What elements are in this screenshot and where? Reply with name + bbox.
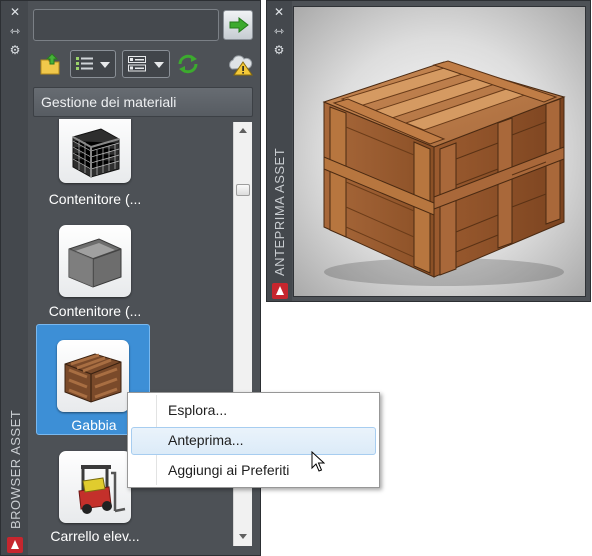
palette-title-strip: ✕ ⇿ ⚙ ANTEPRIMA ASSET xyxy=(267,1,292,301)
palette-title: ANTEPRIMA ASSET xyxy=(272,147,287,276)
cloud-warning-icon[interactable] xyxy=(227,52,253,76)
wooden-crate-icon xyxy=(57,340,129,412)
auto-hide-icon[interactable]: ⇿ xyxy=(8,25,22,37)
open-box-icon xyxy=(59,225,131,297)
properties-icon[interactable]: ⚙ xyxy=(272,44,286,56)
arrow-right-icon xyxy=(229,17,249,33)
asset-tile[interactable]: Contenitore (... xyxy=(35,119,149,221)
close-icon[interactable]: ✕ xyxy=(272,6,286,18)
folder-up-icon[interactable] xyxy=(39,52,63,76)
menu-item-explore[interactable]: Esplora... xyxy=(131,397,376,425)
autocad-logo-icon[interactable] xyxy=(272,283,288,299)
autocad-logo-icon[interactable] xyxy=(7,537,23,553)
search-go-button[interactable] xyxy=(223,10,253,40)
context-menu: Esplora... Anteprima... Aggiungi ai Pref… xyxy=(127,392,380,488)
asset-label: Contenitore (... xyxy=(48,191,142,207)
refresh-icon[interactable] xyxy=(176,52,200,76)
list-view-icon xyxy=(76,57,93,70)
category-header[interactable]: Gestione dei materiali xyxy=(33,87,253,117)
auto-hide-icon[interactable]: ⇿ xyxy=(272,25,286,37)
properties-icon[interactable]: ⚙ xyxy=(8,44,22,56)
view-list-dropdown[interactable] xyxy=(70,50,116,78)
palette-title: BROWSER ASSET xyxy=(8,409,23,529)
forklift-icon xyxy=(59,451,131,523)
close-icon[interactable]: ✕ xyxy=(8,6,22,18)
scroll-down-icon[interactable] xyxy=(239,534,247,539)
wooden-crate-render xyxy=(322,60,566,286)
detail-view-icon xyxy=(128,56,146,72)
palette-title-strip: ✕ ⇿ ⚙ BROWSER ASSET xyxy=(1,1,28,555)
asset-preview-palette: ✕ ⇿ ⚙ ANTEPRIMA ASSET xyxy=(266,0,591,302)
mouse-pointer-icon xyxy=(311,451,325,472)
asset-preview-viewport[interactable] xyxy=(293,6,586,297)
asset-tile[interactable]: Contenitore (... xyxy=(35,225,149,335)
chevron-down-icon xyxy=(154,62,164,68)
menu-item-preview[interactable]: Anteprima... xyxy=(131,427,376,455)
view-options-dropdown[interactable] xyxy=(122,50,170,78)
asset-label: Contenitore (... xyxy=(48,303,142,319)
scroll-up-icon[interactable] xyxy=(239,128,247,133)
wire-cage-box-icon xyxy=(59,119,131,183)
scrollbar-thumb[interactable] xyxy=(236,184,250,196)
chevron-down-icon xyxy=(100,62,110,68)
menu-item-add-favorites[interactable]: Aggiungi ai Preferiti xyxy=(131,457,376,485)
asset-label: Carrello elev... xyxy=(50,528,140,544)
search-input[interactable] xyxy=(33,9,219,41)
